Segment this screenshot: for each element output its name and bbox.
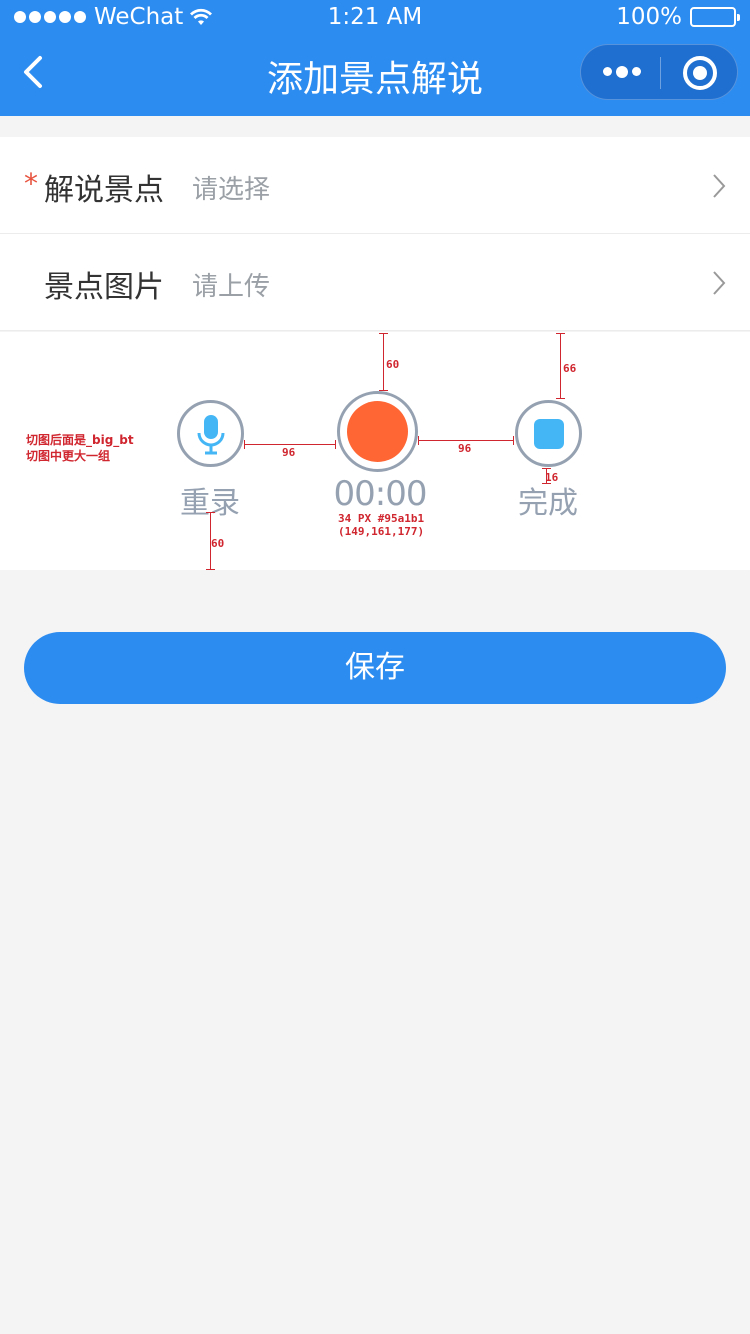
recorder-panel: 切图后面是_big_bt 切图中更大一组 重录 00:00 完成 60 66 9…: [0, 332, 750, 570]
done-label: 完成: [518, 486, 578, 521]
dim-label: 60: [386, 358, 400, 371]
row-placeholder: 请选择: [192, 175, 271, 205]
required-mark: *: [24, 167, 38, 200]
dim-line: [379, 333, 388, 391]
font-spec: 34 PX #95a1b1: [338, 512, 425, 525]
top-bar: WeChat 1:21 AM 100% 添加景点解说: [0, 0, 750, 116]
dim-label: 60: [211, 537, 225, 550]
note-line: 切图后面是_big_bt: [26, 433, 134, 447]
battery-percent: 100%: [616, 4, 682, 30]
dim-label: 96: [282, 446, 296, 459]
miniprogram-capsule: [580, 44, 738, 100]
dim-line: [418, 436, 514, 445]
microphone-icon: [197, 415, 225, 455]
form-list: * 解说景点 请选择 景点图片 请上传: [0, 137, 750, 331]
save-button[interactable]: 保存: [24, 632, 726, 704]
dim-line: [244, 440, 336, 449]
stop-square-icon: [534, 419, 564, 449]
row-label: 解说景点: [44, 173, 164, 208]
record-timer: 00:00: [333, 474, 428, 514]
status-bar: WeChat 1:21 AM 100%: [0, 0, 750, 36]
close-target-icon[interactable]: [683, 56, 717, 90]
row-image[interactable]: 景点图片 请上传: [0, 234, 750, 331]
dim-label: 66: [563, 362, 577, 375]
done-button[interactable]: [515, 400, 582, 467]
record-button[interactable]: [337, 391, 418, 472]
dim-line: [556, 333, 565, 399]
capsule-divider: [660, 57, 661, 89]
row-spot[interactable]: * 解说景点 请选择: [0, 137, 750, 234]
design-note: 切图后面是_big_bt 切图中更大一组: [26, 432, 134, 464]
dim-label: 16: [545, 471, 559, 484]
rerecord-button[interactable]: [177, 400, 244, 467]
dim-label: 96: [458, 442, 472, 455]
font-rgb: (149,161,177): [338, 525, 425, 538]
row-placeholder: 请上传: [192, 272, 271, 302]
chevron-right-icon: [713, 174, 726, 198]
chevron-right-icon: [713, 271, 726, 295]
battery-icon: [690, 7, 740, 27]
status-right: 100%: [616, 4, 740, 30]
nav-bar: 添加景点解说: [0, 36, 750, 116]
note-line: 切图中更大一组: [26, 449, 111, 463]
more-icon[interactable]: [603, 66, 641, 78]
row-label: 景点图片: [44, 270, 164, 305]
record-dot-icon: [347, 401, 408, 462]
